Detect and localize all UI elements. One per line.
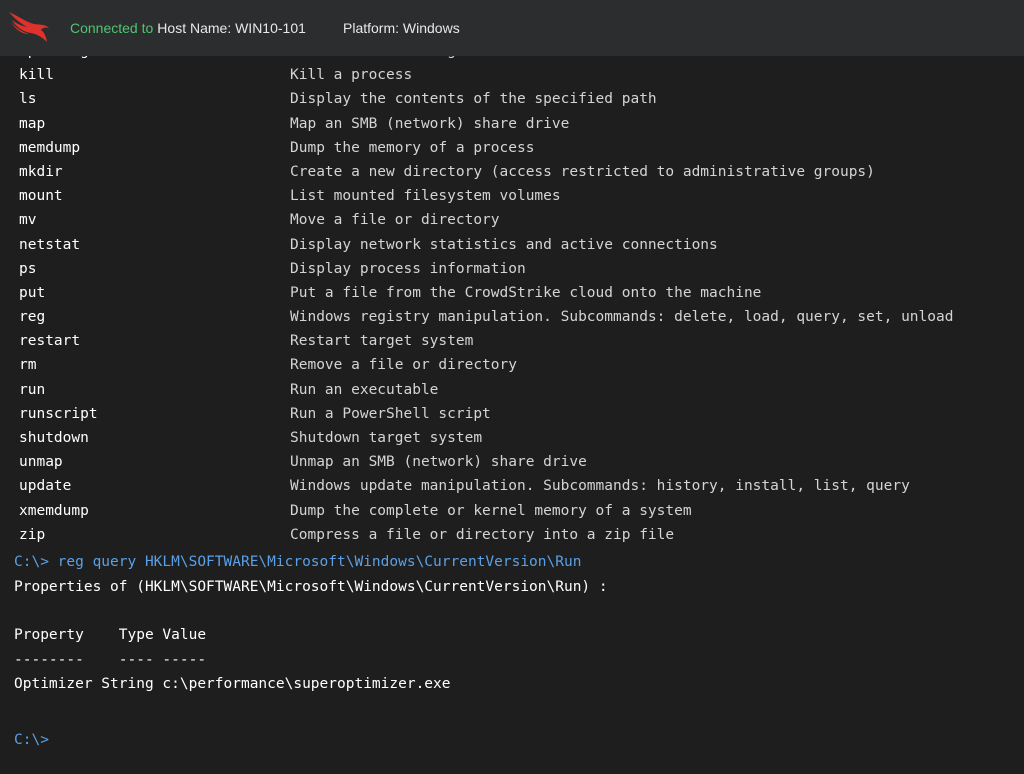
command-description: Put a file from the CrowdStrike cloud on… [290,284,762,301]
command-description: Windows registry manipulation. Subcomman… [290,309,954,326]
command-description: Kill a process [290,67,413,84]
command-name: zip [19,526,46,543]
command-row: memdump Dump the memory of a process [0,136,1024,160]
command-row: ls Display the contents of the specified … [0,87,1024,111]
command-row: run Run an executable [0,378,1024,402]
command-name: xmemdump [19,502,89,519]
command-row: mount List mounted filesystem volumes [0,184,1024,208]
command-row: zip Compress a file or directory into a z… [0,523,1024,547]
host-name: Host Name: WIN10-101 [157,20,306,36]
command-help-list: ipconfig Show network configuration infor… [0,56,1024,547]
command-row: ipconfig Show network configuration infor… [0,56,1024,63]
command-name: restart [19,333,81,350]
connection-info: Connected to Host Name: WIN10-101 [70,0,306,56]
command-row: xmemdump Dump the complete or kernel memo… [0,499,1024,523]
command-row: unmap Unmap an SMB (network) share drive [0,450,1024,474]
command-row: ps Display process information [0,257,1024,281]
command-row: netstat Display network statistics and ac… [0,233,1024,257]
command-description: Dump the memory of a process [290,139,535,156]
command-name: reg [19,309,46,326]
command-description: Dump the complete or kernel memory of a … [290,502,692,519]
command-row: restart Restart target system [0,329,1024,353]
command-description: Display the contents of the specified pa… [290,91,657,108]
command-name: mount [19,188,63,205]
platform-label: Platform: Windows [343,20,460,36]
command-row: kill Kill a process [0,63,1024,87]
command-name: rm [19,357,37,374]
command-name: shutdown [19,430,89,446]
command-row: update Windows update manipulation. Subco… [0,474,1024,498]
command-name: netstat [19,236,81,253]
command-name: kill [19,67,54,84]
command-description: Run a PowerShell script [290,405,491,422]
command-description: Show network configuration information [290,56,622,59]
command-row: mv Move a file or directory [0,208,1024,232]
command-description: Move a file or directory [290,212,500,229]
session-header: Connected to Host Name: WIN10-101 Platfo… [0,0,1024,56]
command-name: run [19,381,46,398]
command-row: mkdir Create a new directory (access rest… [0,160,1024,184]
command-row: rm Remove a file or directory [0,353,1024,377]
command-name: update [19,478,72,495]
command-description: Map an SMB (network) share drive [290,115,570,132]
terminal-console[interactable]: ipconfig Show network configuration infor… [0,56,1024,774]
command-description: Display process information [290,260,526,277]
command-name: put [19,284,46,301]
table-rule: -------- ---- ----- [14,652,207,668]
command-description: Compress a file or directory into a zip … [290,526,675,543]
command-description: Unmap an SMB (network) share drive [290,454,587,471]
command-name: runscript [19,405,98,422]
command-name: map [19,115,46,132]
command-row: map Map an SMB (network) share drive [0,112,1024,136]
command-name: ps [19,260,37,277]
command-row: reg Windows registry manipulation. Subcom… [0,305,1024,329]
properties-line: Properties of (HKLM\SOFTWARE\Microsoft\W… [14,579,608,595]
command-name: ls [19,91,37,108]
command-description: Windows update manipulation. Subcommands… [290,478,910,495]
command-name: unmap [19,454,63,471]
table-header: Property Type Value [14,627,207,643]
command-description: Shutdown target system [290,430,483,446]
command-name: mkdir [19,163,63,180]
command-row: shutdown Shutdown target system [0,426,1024,450]
command-row: runscript Run a PowerShell script [0,402,1024,426]
command-name: ipconfig [19,56,89,59]
command-row: put Put a file from the CrowdStrike cloud… [0,281,1024,305]
command-name: mv [19,212,37,229]
command-description: Remove a file or directory [290,357,517,374]
command-description: Display network statistics and active co… [290,236,718,253]
command-prompt[interactable]: C:\> [14,732,49,748]
command-description: Run an executable [290,381,439,398]
command-description: Restart target system [290,333,474,350]
table-row: Optimizer String c:\performance\superopt… [14,676,451,692]
connection-status: Connected to [70,20,154,36]
command-name: memdump [19,139,81,156]
falcon-logo-icon [9,12,49,42]
command-input-line: C:\> reg query HKLM\SOFTWARE\Microsoft\W… [14,554,582,570]
command-description: Create a new directory (access restricte… [290,163,875,180]
command-description: List mounted filesystem volumes [290,188,561,205]
